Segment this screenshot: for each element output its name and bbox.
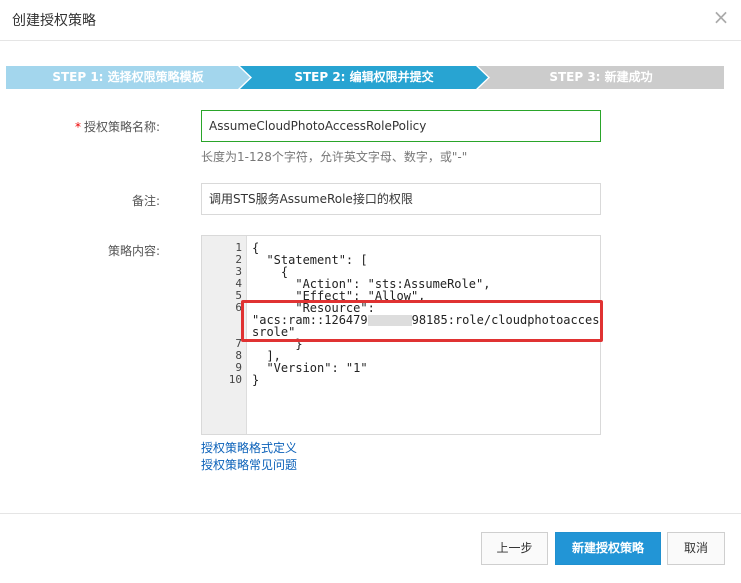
policy-name-hint: 长度为1-128个字符，允许英文字母、数字，或"-" bbox=[201, 150, 468, 164]
policy-name-input[interactable]: AssumeCloudPhotoAccessRolePolicy bbox=[201, 110, 601, 142]
step-3: STEP 3: 新建成功 bbox=[478, 66, 724, 89]
previous-step-button[interactable]: 上一步 bbox=[481, 532, 548, 565]
dialog-title: 创建授权策略 bbox=[12, 13, 96, 29]
step-1: STEP 1: 选择权限策略模板 bbox=[6, 66, 250, 89]
required-mark: * bbox=[74, 120, 81, 134]
resource-highlight-box bbox=[241, 300, 603, 342]
remark-input[interactable]: 调用STS服务AssumeRole接口的权限 bbox=[201, 183, 601, 215]
policy-content-label: 策略内容: bbox=[107, 244, 160, 258]
policy-faq-link[interactable]: 授权策略常见问题 bbox=[201, 456, 297, 473]
close-icon[interactable]: × bbox=[711, 7, 731, 27]
code-line: "Version": "1" bbox=[252, 361, 368, 375]
policy-name-label: * 授权策略名称: bbox=[0, 118, 160, 135]
policy-name-label-text: 授权策略名称: bbox=[83, 120, 160, 134]
cancel-button[interactable]: 取消 bbox=[667, 532, 725, 565]
line-number: 10 bbox=[228, 373, 242, 386]
create-policy-button[interactable]: 新建授权策略 bbox=[555, 532, 661, 565]
header-divider bbox=[0, 40, 741, 41]
code-line: } bbox=[252, 373, 260, 387]
policy-format-link[interactable]: 授权策略格式定义 bbox=[201, 439, 297, 456]
footer-divider bbox=[0, 513, 741, 514]
step-progress: STEP 1: 选择权限策略模板 STEP 2: 编辑权限并提交 STEP 3:… bbox=[6, 66, 724, 89]
remark-label: 备注: bbox=[131, 194, 160, 208]
line-number: 6 bbox=[235, 301, 242, 314]
step-2: STEP 2: 编辑权限并提交 bbox=[240, 66, 488, 89]
